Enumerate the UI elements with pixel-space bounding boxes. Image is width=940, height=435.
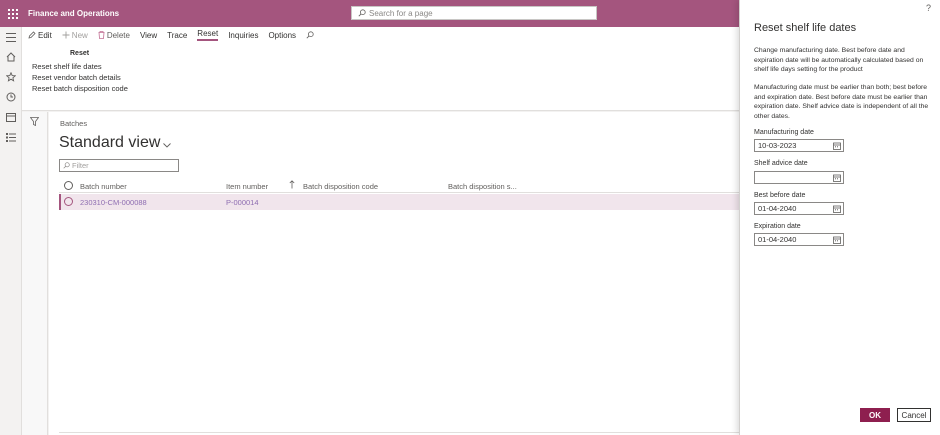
view-tab[interactable]: View [140, 31, 157, 40]
filter-placeholder: Filter [72, 161, 89, 170]
reset-vendor-batch-details-link[interactable]: Reset vendor batch details [32, 72, 128, 83]
shelf-advice-date-label: Shelf advice date [754, 160, 808, 167]
edit-button[interactable]: Edit [28, 31, 52, 40]
ok-button[interactable]: OK [860, 408, 890, 422]
view-selector[interactable]: Standard view [59, 132, 172, 153]
hamburger-icon[interactable] [0, 27, 22, 47]
chevron-down-icon [163, 135, 172, 153]
reset-group-title: Reset [70, 50, 90, 57]
grid-panel: Batches Standard view Filter Batch numbe… [49, 112, 740, 435]
options-label: Options [268, 30, 297, 40]
reset-tab[interactable]: Reset [197, 29, 219, 41]
grid-bottom-divider [59, 432, 740, 433]
item-number-cell[interactable]: P-000014 [226, 198, 259, 207]
reset-shelf-life-dates-dialog: ? Reset shelf life dates Change manufact… [739, 0, 940, 435]
app-title[interactable]: Finance and Operations [28, 9, 119, 18]
filter-input[interactable]: Filter [59, 159, 179, 172]
cancel-button[interactable]: Cancel [897, 408, 931, 422]
row-select-radio[interactable] [64, 197, 73, 206]
batch-number-cell[interactable]: 230310-CM-000088 [80, 198, 147, 207]
view-label: View [139, 30, 158, 40]
new-button[interactable]: New [62, 31, 88, 40]
workspaces-icon[interactable] [0, 107, 22, 127]
recent-clock-icon[interactable] [0, 87, 22, 107]
trace-label: Trace [167, 30, 188, 40]
search-placeholder: Search for a page [369, 8, 433, 18]
expiration-date-field[interactable]: 01-04-2040 [754, 233, 844, 246]
trash-icon [98, 31, 105, 39]
reset-group-links: Reset shelf life dates Reset vendor batc… [32, 61, 128, 94]
best-before-date-value: 01-04-2040 [758, 204, 797, 213]
app-launcher-icon[interactable] [0, 0, 26, 27]
best-before-date-label: Best before date [754, 192, 806, 199]
action-pane: Edit New Delete View Trace Reset Inquiri… [22, 27, 740, 111]
inquiries-tab[interactable]: Inquiries [228, 31, 258, 40]
column-batch-disposition-code[interactable]: Batch disposition code [303, 182, 378, 191]
content-area: Batches Standard view Filter Batch numbe… [22, 112, 740, 435]
help-icon[interactable]: ? [926, 3, 931, 13]
action-search-button[interactable] [306, 31, 316, 39]
dialog-info-rules: Manufacturing date must be earlier than … [754, 84, 929, 120]
search-icon [358, 9, 366, 17]
filter-funnel-icon [29, 117, 40, 128]
delete-button[interactable]: Delete [98, 31, 130, 40]
edit-label: Edit [38, 30, 52, 40]
reset-shelf-life-dates-link[interactable]: Reset shelf life dates [32, 61, 128, 72]
column-item-number[interactable]: Item number [226, 182, 268, 191]
sort-ascending-icon[interactable] [289, 180, 295, 191]
modules-list-icon[interactable] [0, 127, 22, 147]
reset-batch-disposition-code-link[interactable]: Reset batch disposition code [32, 83, 128, 94]
new-label: New [71, 30, 88, 40]
best-before-date-field[interactable]: 01-04-2040 [754, 202, 844, 215]
delete-label: Delete [106, 30, 130, 40]
search-icon [63, 162, 70, 169]
table-row[interactable]: 230310-CM-000088 P-000014 [59, 194, 740, 210]
calendar-icon[interactable] [833, 205, 841, 216]
section-label: Batches [60, 119, 88, 128]
plus-icon [62, 31, 70, 39]
calendar-icon[interactable] [833, 142, 841, 153]
column-batch-number[interactable]: Batch number [80, 182, 127, 191]
calendar-icon[interactable] [833, 174, 841, 185]
inquiries-label: Inquiries [228, 30, 259, 40]
select-all-radio[interactable] [64, 181, 73, 190]
column-batch-disposition-status[interactable]: Batch disposition s... [448, 182, 517, 191]
manufacturing-date-value: 10-03-2023 [758, 141, 797, 150]
reset-label: Reset [197, 29, 219, 38]
grid-header: Batch number Item number Batch dispositi… [59, 179, 740, 193]
filter-pane-toggle[interactable] [22, 112, 48, 435]
shelf-advice-date-field[interactable] [754, 171, 844, 184]
manufacturing-date-label: Manufacturing date [754, 129, 814, 136]
search-input[interactable]: Search for a page [351, 6, 597, 20]
options-tab[interactable]: Options [268, 31, 296, 40]
trace-tab[interactable]: Trace [167, 31, 187, 40]
expiration-date-value: 01-04-2040 [758, 235, 797, 244]
favorites-star-icon[interactable] [0, 67, 22, 87]
view-name: Standard view [59, 133, 161, 151]
home-icon[interactable] [0, 47, 22, 67]
manufacturing-date-field[interactable]: 10-03-2023 [754, 139, 844, 152]
dialog-title: Reset shelf life dates [754, 22, 857, 34]
search-icon [306, 31, 314, 39]
expiration-date-label: Expiration date [754, 223, 801, 230]
dialog-info-change: Change manufacturing date. Best before d… [754, 47, 924, 73]
calendar-icon[interactable] [833, 236, 841, 247]
edit-pencil-icon [28, 31, 36, 39]
left-navigation [0, 27, 22, 435]
